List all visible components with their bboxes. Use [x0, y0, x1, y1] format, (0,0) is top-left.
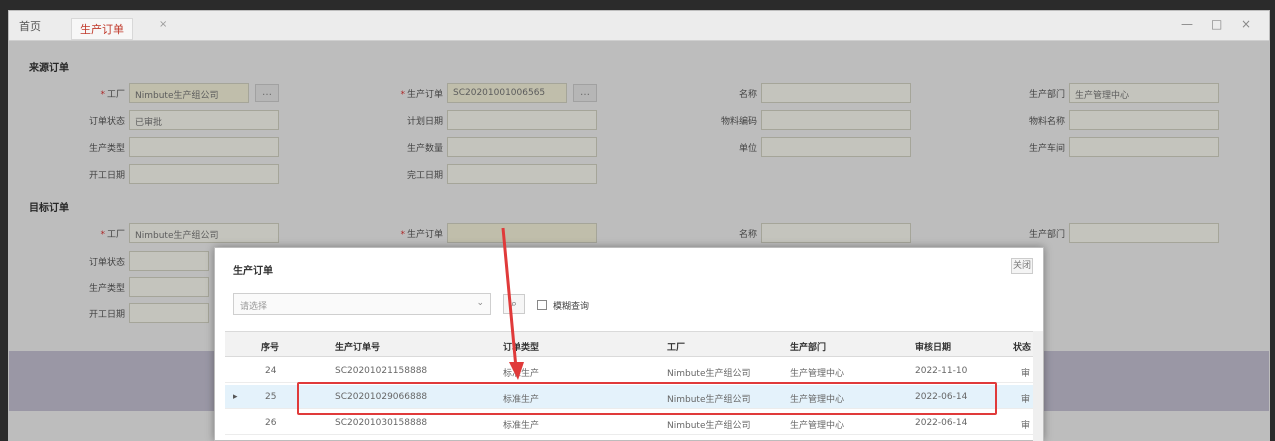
dialog-close-button[interactable]: 关闭: [1011, 258, 1033, 274]
grid-header: 序号 生产订单号 订单类型 工厂 生产部门 审核日期 状态: [225, 331, 1033, 357]
grid-scrollbar[interactable]: [1033, 331, 1043, 441]
col-order[interactable]: 生产订单号: [335, 340, 380, 353]
minimize-icon[interactable]: —: [1181, 17, 1193, 31]
col-no[interactable]: 序号: [261, 340, 279, 353]
col-factory[interactable]: 工厂: [667, 340, 685, 353]
fuzzy-search-checkbox[interactable]: [537, 300, 547, 310]
fuzzy-search-label: 模糊查询: [553, 302, 590, 312]
highlight-box: [297, 382, 997, 415]
filter-select[interactable]: 请选择 ⌄: [233, 293, 491, 315]
col-dept[interactable]: 生产部门: [790, 340, 826, 353]
dialog-title: 生产订单: [233, 266, 273, 277]
chevron-down-icon: ⌄: [476, 298, 484, 308]
close-tab-icon[interactable]: ×: [159, 19, 167, 30]
maximize-icon[interactable]: □: [1211, 17, 1222, 31]
col-type[interactable]: 订单类型: [503, 340, 539, 353]
table-row[interactable]: 24 SC20201021158888 标准生产 Nimbute生产组公司 生产…: [225, 359, 1033, 383]
close-window-icon[interactable]: ×: [1241, 17, 1251, 31]
tab-bar: 首页 生产订单 × — □ ×: [9, 11, 1269, 41]
tab-home[interactable]: 首页: [19, 18, 41, 34]
col-date[interactable]: 审核日期: [915, 340, 951, 353]
tab-production-order[interactable]: 生产订单: [71, 18, 133, 40]
col-status[interactable]: 状态: [1013, 340, 1031, 353]
row-pointer-icon: ▸: [233, 392, 238, 402]
search-icon[interactable]: ⌕: [503, 294, 525, 314]
